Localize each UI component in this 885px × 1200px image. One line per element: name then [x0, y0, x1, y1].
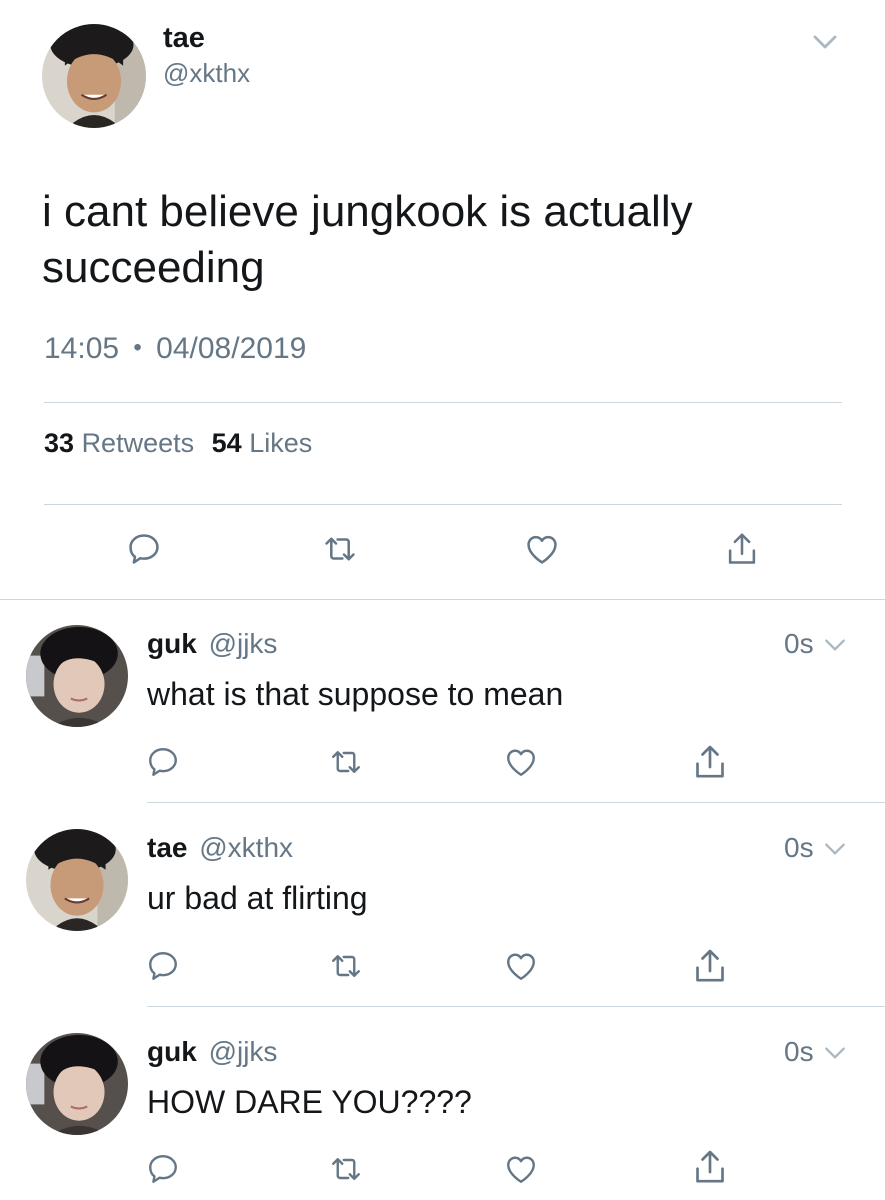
reply-button[interactable] [141, 1147, 185, 1191]
reply-handle[interactable]: @xkthx [199, 832, 293, 863]
retweet-button[interactable] [324, 944, 368, 988]
divider [0, 599, 885, 600]
retweets-count: 33 [44, 428, 75, 458]
reply-icon [145, 948, 181, 984]
share-button[interactable] [688, 944, 732, 988]
heart-icon [503, 948, 539, 984]
heart-icon [523, 530, 561, 568]
reply-icon [145, 744, 181, 780]
main-tweet-text: i cant believe jungkook is actually succ… [42, 187, 693, 292]
chevron-down-icon[interactable] [808, 27, 842, 57]
reply-name[interactable]: guk [147, 1036, 197, 1067]
share-icon [690, 1147, 730, 1187]
share-icon [723, 530, 761, 568]
reply-name[interactable]: tae [147, 832, 187, 863]
reply-button[interactable] [141, 740, 185, 784]
reply-button[interactable] [141, 944, 185, 988]
retweet-button[interactable] [324, 1147, 368, 1191]
share-icon [690, 742, 730, 782]
main-tweet-handle[interactable]: @xkthx [163, 58, 250, 89]
likes-count: 54 [211, 428, 242, 458]
retweet-icon [328, 1151, 364, 1187]
share-button[interactable] [720, 527, 764, 571]
reply-header: guk @jjks [147, 628, 277, 660]
reply-icon [125, 530, 163, 568]
main-tweet-timestamp: 14:05 • 04/08/2019 [44, 332, 306, 366]
likes-label: Likes [249, 428, 313, 458]
retweet-icon [328, 948, 364, 984]
reply-header: tae @xkthx [147, 832, 293, 864]
retweets-stat[interactable]: 33 Retweets [44, 428, 202, 458]
retweet-icon [328, 744, 364, 780]
chevron-down-icon[interactable] [820, 632, 850, 658]
retweet-icon [321, 530, 359, 568]
chevron-down-icon[interactable] [820, 1040, 850, 1066]
tweet-stats: 33 Retweets 54 Likes [44, 428, 312, 459]
reply-time: 0s [784, 1036, 814, 1067]
retweet-button[interactable] [318, 527, 362, 571]
like-button[interactable] [499, 944, 543, 988]
share-icon [690, 946, 730, 986]
reply-icon [145, 1151, 181, 1187]
main-tweet-avatar[interactable] [42, 24, 146, 128]
reply-text: HOW DARE YOU???? [147, 1084, 472, 1120]
chevron-down-icon[interactable] [820, 836, 850, 862]
like-button[interactable] [499, 1147, 543, 1191]
share-button[interactable] [688, 1145, 732, 1189]
reply-avatar[interactable] [26, 1033, 128, 1135]
tweet-time: 14:05 [44, 332, 120, 365]
like-button[interactable] [499, 740, 543, 784]
timestamp-separator: • [133, 334, 142, 361]
tweet-date: 04/08/2019 [156, 332, 307, 365]
reply-avatar[interactable] [26, 625, 128, 727]
reply-handle[interactable]: @jjks [209, 628, 278, 659]
divider [44, 504, 842, 505]
heart-icon [503, 1151, 539, 1187]
divider [147, 802, 885, 803]
retweet-button[interactable] [324, 740, 368, 784]
share-button[interactable] [688, 740, 732, 784]
reply-text: what is that suppose to mean [147, 676, 564, 712]
reply-avatar[interactable] [26, 829, 128, 931]
main-tweet-name[interactable]: tae [163, 22, 205, 55]
retweets-label: Retweets [81, 428, 195, 458]
like-button[interactable] [520, 527, 564, 571]
reply-handle[interactable]: @jjks [209, 1036, 278, 1067]
likes-stat[interactable]: 54 Likes [212, 428, 313, 458]
reply-header: guk @jjks [147, 1036, 277, 1068]
reply-time: 0s [784, 832, 814, 863]
reply-text: ur bad at flirting [147, 880, 368, 916]
reply-name[interactable]: guk [147, 628, 197, 659]
heart-icon [503, 744, 539, 780]
reply-button[interactable] [122, 527, 166, 571]
reply-time: 0s [784, 628, 814, 659]
divider [147, 1006, 885, 1007]
divider [44, 402, 842, 403]
